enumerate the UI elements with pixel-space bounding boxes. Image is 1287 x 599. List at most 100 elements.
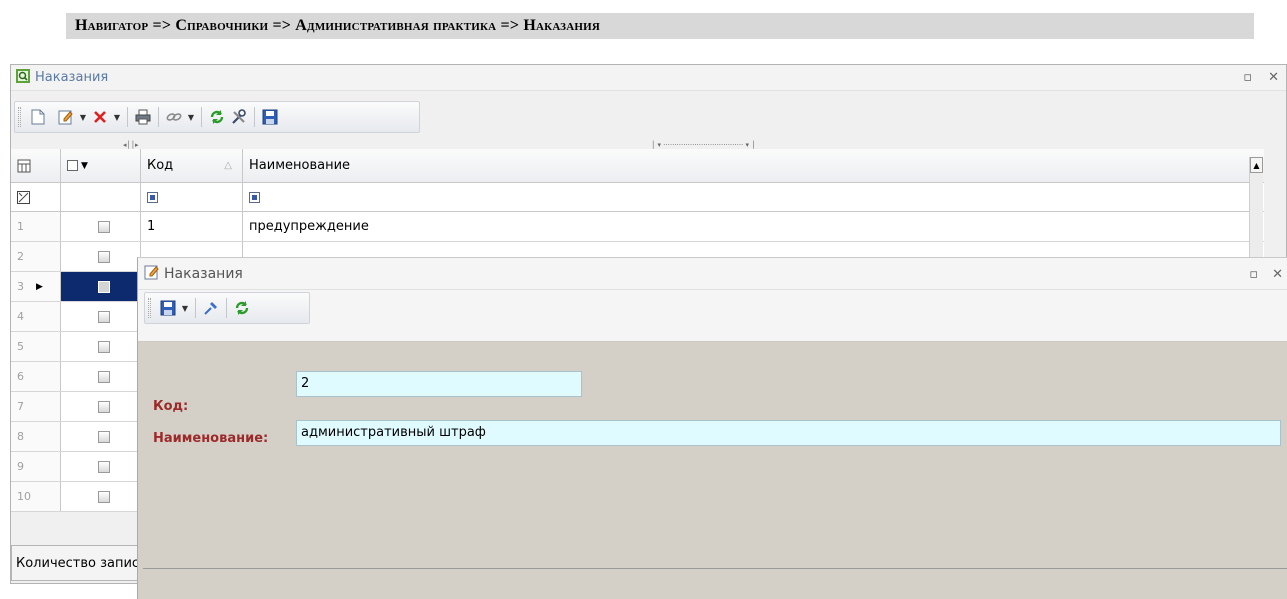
row-checkbox-cell[interactable] xyxy=(61,332,141,361)
row-checkbox-cell[interactable] xyxy=(61,422,141,451)
column-header-name[interactable]: Наименование xyxy=(243,149,1264,182)
name-input[interactable]: административный штраф xyxy=(296,420,1281,446)
column-chooser-icon[interactable] xyxy=(11,149,61,182)
edit-dropdown-icon[interactable]: ▼ xyxy=(77,106,89,128)
filter-cell-name[interactable] xyxy=(243,183,1264,211)
close-icon[interactable]: ✕ xyxy=(1268,70,1279,85)
filter-box-icon[interactable] xyxy=(147,191,158,203)
row-checkbox-cell[interactable] xyxy=(61,242,141,271)
row-checkbox-cell[interactable] xyxy=(61,392,141,421)
scroll-up-icon[interactable]: ▲ xyxy=(1250,157,1263,173)
row-checkbox-cell[interactable] xyxy=(61,362,141,391)
dialog-edit-icon xyxy=(144,264,160,284)
name-label: Наименование: xyxy=(153,431,269,446)
select-all-checkbox[interactable]: ▼ xyxy=(61,149,141,182)
main-window-titlebar: Наказания xyxy=(11,65,1286,91)
row-number[interactable]: 9 xyxy=(11,452,61,481)
edit-dialog: Наказания ▫ ✕ ▼ Код: 2 Наименование: адм… xyxy=(137,257,1287,599)
row-checkbox-cell[interactable] xyxy=(61,482,141,511)
row-checkbox[interactable] xyxy=(97,370,110,383)
window-search-icon xyxy=(15,68,31,88)
settings-icon[interactable] xyxy=(228,106,250,128)
dialog-refresh-icon[interactable] xyxy=(231,297,253,319)
row-number-label: 3 xyxy=(17,280,24,293)
row-checkbox-cell[interactable] xyxy=(61,302,141,331)
row-checkbox-cell[interactable] xyxy=(61,452,141,481)
main-window-title: Наказания xyxy=(35,70,109,85)
dialog-toolbar-band: ▼ xyxy=(138,290,1287,342)
dialog-save-dropdown-icon[interactable]: ▼ xyxy=(179,297,191,319)
row-number[interactable]: 7 xyxy=(11,392,61,421)
row-number[interactable]: 1 xyxy=(11,212,61,241)
code-input[interactable]: 2 xyxy=(296,371,582,397)
print-icon[interactable] xyxy=(132,106,154,128)
dialog-close-icon[interactable]: ✕ xyxy=(1272,267,1283,282)
status-bar: Количество записей xyxy=(11,545,151,581)
row-checkbox-cell[interactable] xyxy=(61,272,141,301)
breadcrumb: Навигатор => Справочники => Администрати… xyxy=(66,13,1254,39)
cell-code[interactable]: 1 xyxy=(141,212,243,241)
row-checkbox[interactable] xyxy=(97,430,110,443)
breadcrumb-text: Навигатор => Справочники => Администрати… xyxy=(75,17,600,34)
cell-name[interactable]: предупреждение xyxy=(243,212,1264,241)
row-number[interactable]: 4 xyxy=(11,302,61,331)
delete-dropdown-icon[interactable]: ▼ xyxy=(111,106,123,128)
cell-code-value: 1 xyxy=(147,219,156,234)
row-checkbox-cell[interactable] xyxy=(61,212,141,241)
row-checkbox[interactable] xyxy=(97,220,110,233)
link-icon[interactable] xyxy=(163,106,185,128)
row-number-label: 2 xyxy=(17,250,24,263)
row-number-label: 7 xyxy=(17,400,24,413)
row-number-label: 5 xyxy=(17,340,24,353)
delete-icon[interactable] xyxy=(89,106,111,128)
dialog-toolbar: ▼ xyxy=(144,292,310,324)
dialog-footer xyxy=(143,568,1287,599)
dialog-pin-icon[interactable] xyxy=(200,297,222,319)
row-checkbox[interactable] xyxy=(97,490,110,503)
current-row-icon: ▶ xyxy=(36,281,43,292)
new-doc-icon[interactable] xyxy=(27,106,49,128)
filter-row xyxy=(11,183,1264,212)
row-checkbox[interactable] xyxy=(97,340,110,353)
cell-name-value: предупреждение xyxy=(249,219,369,234)
sort-asc-icon: △ xyxy=(224,160,232,171)
toolbar-grip[interactable] xyxy=(18,107,21,127)
save-icon[interactable] xyxy=(259,106,281,128)
row-number[interactable]: 2 xyxy=(11,242,61,271)
column-header-code-label: Код xyxy=(147,158,174,173)
dialog-title: Наказания xyxy=(164,265,243,282)
grid-header: ▼ Код △ Наименование xyxy=(11,149,1264,183)
record-count-label: Количество записей xyxy=(16,555,151,571)
filter-cell-code[interactable] xyxy=(141,183,243,211)
column-header-code[interactable]: Код △ xyxy=(141,149,243,182)
column-header-name-label: Наименование xyxy=(249,158,351,173)
row-number-label: 9 xyxy=(17,460,24,473)
row-number-label: 10 xyxy=(17,490,31,503)
filter-box-icon[interactable] xyxy=(249,191,260,203)
row-number[interactable]: 3 ▶ xyxy=(11,272,61,301)
row-checkbox[interactable] xyxy=(97,400,110,413)
row-number-label: 1 xyxy=(17,220,24,233)
row-checkbox[interactable] xyxy=(97,250,110,263)
main-toolbar: ▼ ▼ ▼ xyxy=(14,101,420,133)
dialog-titlebar: Наказания ▫ ✕ xyxy=(138,258,1287,290)
row-checkbox[interactable] xyxy=(97,280,110,293)
edit-icon[interactable] xyxy=(55,106,77,128)
maximize-icon[interactable]: ▫ xyxy=(1243,70,1252,85)
row-checkbox[interactable] xyxy=(97,310,110,323)
link-dropdown-icon[interactable]: ▼ xyxy=(185,106,197,128)
row-number[interactable]: 10 xyxy=(11,482,61,511)
row-number-label: 6 xyxy=(17,370,24,383)
refresh-icon[interactable] xyxy=(206,106,228,128)
filter-cell-check xyxy=(61,183,141,211)
dialog-toolbar-grip[interactable] xyxy=(148,298,151,318)
row-number-label: 8 xyxy=(17,430,24,443)
row-number[interactable]: 8 xyxy=(11,422,61,451)
filter-clear-icon[interactable] xyxy=(11,183,61,211)
row-number[interactable]: 5 xyxy=(11,332,61,361)
row-checkbox[interactable] xyxy=(97,460,110,473)
table-row[interactable]: 1 1 предупреждение xyxy=(11,212,1264,242)
row-number[interactable]: 6 xyxy=(11,362,61,391)
dialog-maximize-icon[interactable]: ▫ xyxy=(1249,267,1258,282)
dialog-save-icon[interactable] xyxy=(157,297,179,319)
